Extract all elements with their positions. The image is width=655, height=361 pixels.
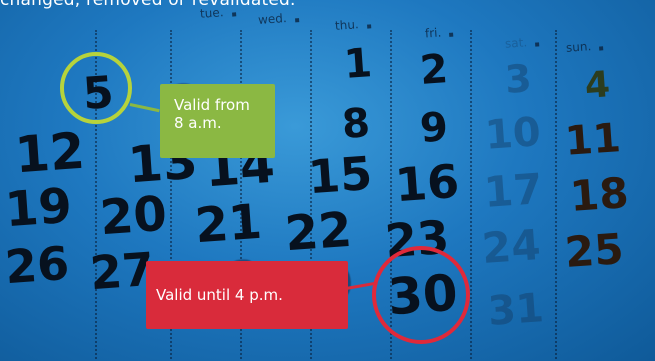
day-15: 15: [306, 145, 374, 205]
day-8: 8: [340, 100, 372, 148]
calendar-photo: changed, removed or revalidated. tue. we…: [0, 0, 655, 361]
day-19: 19: [3, 177, 74, 239]
start-callout-connector: [129, 103, 160, 113]
day-11: 11: [563, 115, 623, 165]
start-day-highlight-ring: [60, 52, 132, 124]
day-18: 18: [568, 168, 631, 221]
valid-from-callout: Valid from 8 a.m.: [160, 84, 275, 158]
day-1: 1: [342, 40, 374, 88]
weekday-sun: sun.: [565, 39, 592, 55]
day-25: 25: [563, 224, 626, 277]
day-10: 10: [483, 109, 543, 159]
day-22: 22: [283, 201, 354, 263]
day-3: 3: [503, 56, 533, 102]
valid-until-callout: Valid until 4 p.m.: [146, 261, 348, 329]
weekday-sat: sat.: [504, 35, 528, 51]
day-17: 17: [482, 164, 545, 217]
day-20: 20: [98, 185, 169, 247]
day-2: 2: [418, 46, 450, 94]
day-26: 26: [3, 235, 71, 295]
weekday-tue: tue.: [199, 5, 224, 21]
day-4: 4: [583, 64, 612, 107]
weekday-thu: thu.: [334, 17, 360, 33]
column-divider: [470, 30, 472, 361]
end-day-highlight-ring: [372, 246, 470, 344]
day-12: 12: [13, 121, 87, 185]
weekday-wed: wed.: [257, 11, 288, 27]
day-21: 21: [193, 193, 264, 255]
column-divider: [555, 30, 557, 361]
day-9: 9: [418, 104, 450, 152]
day-24: 24: [480, 220, 543, 273]
day-31: 31: [486, 285, 546, 335]
day-16: 16: [393, 153, 461, 213]
weekday-fri: fri.: [424, 25, 442, 41]
valid-until-label: Valid until 4 p.m.: [156, 286, 283, 304]
